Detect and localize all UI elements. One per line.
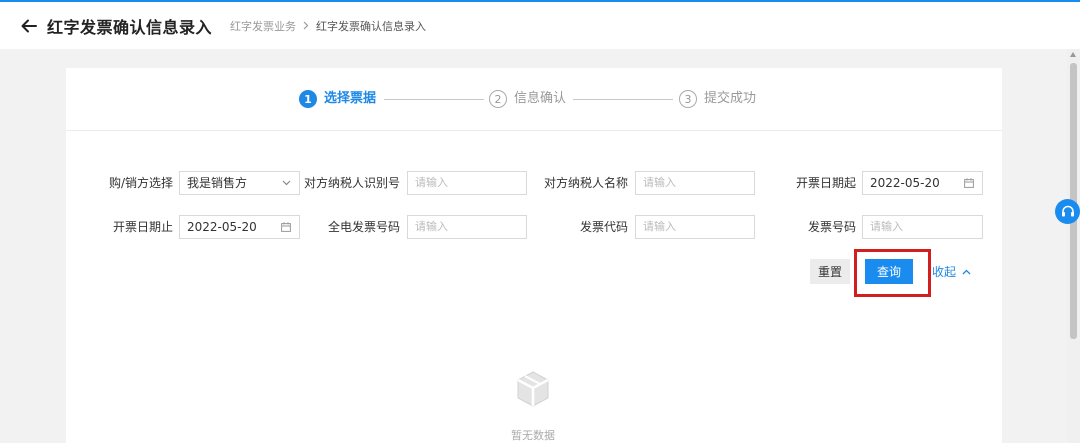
empty-state-text: 暂无数据 bbox=[511, 429, 555, 442]
einvoice-number-label: 全电发票号码 bbox=[327, 220, 400, 234]
page-scrollbar[interactable] bbox=[1067, 49, 1080, 443]
step-2-label: 信息确认 bbox=[514, 91, 567, 106]
step-1-label: 选择票据 bbox=[324, 91, 377, 106]
invoice-number-label: 发票号码 bbox=[807, 220, 856, 234]
page-header: 红字发票确认信息录入 红字发票业务 红字发票确认信息录入 bbox=[0, 2, 1080, 49]
start-date-picker[interactable]: 2022-05-20 bbox=[862, 171, 983, 195]
breadcrumb-item-parent[interactable]: 红字发票业务 bbox=[230, 18, 296, 34]
chevron-up-icon bbox=[962, 269, 971, 274]
start-date-value: 2022-05-20 bbox=[870, 176, 940, 190]
end-date-label: 开票日期止 bbox=[112, 220, 173, 234]
end-date-value: 2022-05-20 bbox=[187, 220, 257, 234]
taxpayer-name-input[interactable]: 请输入 bbox=[635, 171, 755, 195]
step-connector bbox=[384, 99, 484, 100]
tax-id-label: 对方纳税人识别号 bbox=[303, 176, 400, 190]
content-card: 1 选择票据 2 信息确认 3 提交成功 购/销方选择 我是销售方 对方纳税人识… bbox=[66, 68, 1002, 443]
chevron-right-icon bbox=[303, 21, 309, 30]
step-2-number: 2 bbox=[489, 90, 507, 108]
party-label: 购/销方选择 bbox=[108, 176, 173, 190]
collapse-label: 收起 bbox=[932, 265, 957, 279]
page-title: 红字发票确认信息录入 bbox=[47, 17, 213, 37]
empty-box-icon bbox=[513, 369, 553, 409]
breadcrumb: 红字发票业务 红字发票确认信息录入 bbox=[230, 18, 426, 34]
calendar-icon bbox=[964, 172, 974, 194]
calendar-icon bbox=[281, 216, 291, 238]
party-select[interactable]: 我是销售方 bbox=[179, 171, 300, 195]
tax-id-input[interactable]: 请输入 bbox=[407, 171, 527, 195]
reset-button[interactable]: 重置 bbox=[810, 259, 850, 284]
collapse-toggle[interactable]: 收起 bbox=[932, 263, 971, 280]
start-date-label: 开票日期起 bbox=[795, 176, 856, 190]
breadcrumb-item-current: 红字发票确认信息录入 bbox=[316, 19, 427, 33]
party-select-value: 我是销售方 bbox=[187, 176, 248, 190]
step-1-number: 1 bbox=[299, 90, 317, 108]
step-3-label: 提交成功 bbox=[704, 91, 757, 106]
customer-service-button[interactable] bbox=[1055, 199, 1080, 224]
step-connector bbox=[573, 99, 673, 100]
invoice-code-input[interactable]: 请输入 bbox=[635, 215, 755, 239]
invoice-code-label: 发票代码 bbox=[579, 220, 628, 234]
scroll-up-arrow-icon[interactable] bbox=[1070, 52, 1076, 57]
chevron-down-icon bbox=[282, 172, 291, 194]
back-arrow-icon[interactable] bbox=[19, 16, 39, 36]
highlight-box bbox=[854, 249, 931, 297]
step-indicator: 1 选择票据 2 信息确认 3 提交成功 bbox=[66, 68, 1002, 131]
headset-icon bbox=[1061, 205, 1074, 217]
invoice-number-input[interactable]: 请输入 bbox=[862, 215, 983, 239]
step-3-number: 3 bbox=[679, 90, 697, 108]
end-date-picker[interactable]: 2022-05-20 bbox=[179, 215, 300, 239]
taxpayer-name-label: 对方纳税人名称 bbox=[543, 176, 628, 190]
einvoice-number-input[interactable]: 请输入 bbox=[407, 215, 527, 239]
